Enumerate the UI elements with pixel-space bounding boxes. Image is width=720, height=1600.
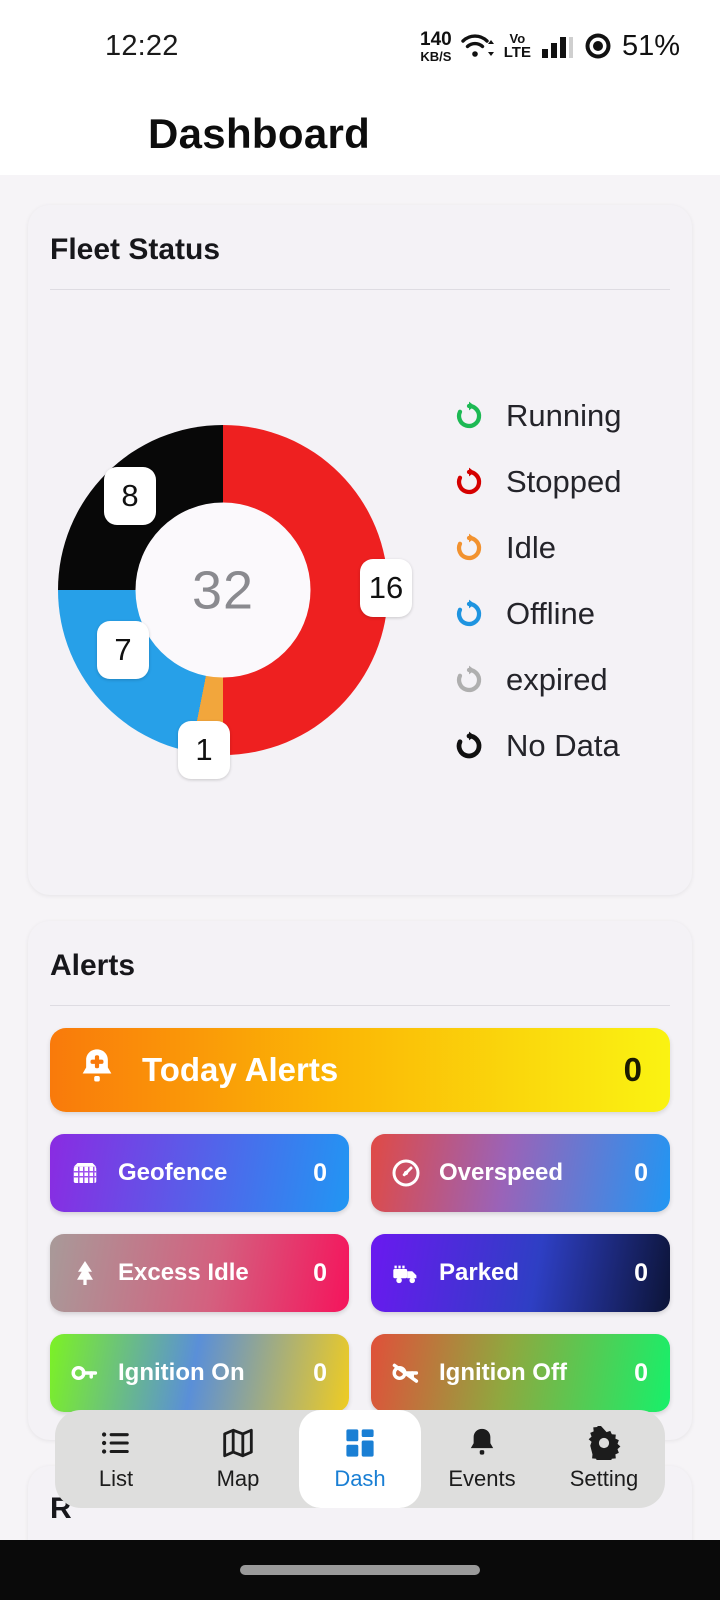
key-off-icon xyxy=(392,1363,419,1383)
tree-icon xyxy=(77,1261,93,1285)
nav-tab-label: Map xyxy=(216,1466,260,1491)
alerts-body: Today Alerts 0 Geofence 0 Overspeed 0 Ex… xyxy=(28,1006,692,1412)
map-icon xyxy=(223,1428,253,1458)
alert-tile-label: Geofence xyxy=(118,1159,228,1186)
bell-plus-icon xyxy=(82,1049,112,1082)
legend-item-expired[interactable]: expired xyxy=(454,662,622,698)
donut-badge-idle: 1 xyxy=(178,721,230,779)
alert-tile-count: 0 xyxy=(313,1258,327,1287)
fleet-status-body: 32 16 1 7 8 Running Stopped Idle Offline… xyxy=(28,290,692,890)
alerts-title: Alerts xyxy=(50,949,136,982)
legend-label: Offline xyxy=(506,596,596,631)
refresh-circle-icon xyxy=(456,665,482,693)
alert-tile-ignition-off[interactable]: Ignition Off 0 xyxy=(371,1334,670,1412)
today-alerts-banner[interactable]: Today Alerts 0 xyxy=(50,1028,670,1112)
speedometer-icon xyxy=(392,1159,420,1187)
alert-tile-excess-idle[interactable]: Excess Idle 0 xyxy=(50,1234,349,1312)
legend-item-running[interactable]: Running xyxy=(454,398,622,434)
alert-tile-label: Ignition Off xyxy=(439,1359,567,1386)
status-bar-indicators: 140 KB/S Vo LTE 51% xyxy=(420,30,680,63)
nav-tab-list[interactable]: List xyxy=(55,1410,177,1508)
fleet-status-card: Fleet Status 32 16 1 7 8 Running Stopped… xyxy=(28,205,692,895)
legend-label: expired xyxy=(506,662,608,697)
refresh-circle-icon xyxy=(456,467,482,495)
gear-icon xyxy=(588,1426,621,1460)
home-indicator[interactable] xyxy=(240,1565,480,1575)
alert-tile-count: 0 xyxy=(313,1158,327,1187)
fence-icon xyxy=(73,1163,97,1183)
legend-item-stopped[interactable]: Stopped xyxy=(454,464,622,500)
legend-item-offline[interactable]: Offline xyxy=(454,596,622,632)
nav-tab-label: List xyxy=(98,1466,134,1491)
volte-indicator: Vo LTE xyxy=(504,32,531,60)
donut-badge-offline: 7 xyxy=(97,621,149,679)
status-bar: 12:22 140 KB/S Vo LTE 51% xyxy=(0,0,720,92)
dashboard-scroll-area[interactable]: Fleet Status 32 16 1 7 8 Running Stopped… xyxy=(0,175,720,1540)
donut-center-hub: 32 xyxy=(135,502,311,678)
donut-total-value: 32 xyxy=(191,560,255,620)
legend-label: Running xyxy=(506,398,622,433)
legend-label: No Data xyxy=(506,728,620,763)
signal-bars-icon xyxy=(541,37,573,58)
refresh-circle-icon xyxy=(456,401,482,429)
alert-tile-label: Parked xyxy=(439,1259,520,1286)
alert-tile-parked[interactable]: Parked 0 xyxy=(371,1234,670,1312)
alert-tile-count: 0 xyxy=(634,1258,648,1287)
alert-tiles-grid: Geofence 0 Overspeed 0 Excess Idle 0 Par… xyxy=(50,1134,670,1412)
nav-tab-label: Setting xyxy=(569,1466,639,1491)
alert-tile-count: 0 xyxy=(634,1358,648,1387)
alert-tile-count: 0 xyxy=(634,1158,648,1187)
truck-icon xyxy=(393,1265,417,1284)
nav-tab-label: Dash xyxy=(334,1466,386,1491)
page-title: Dashboard xyxy=(148,110,371,157)
network-speed-value: 140 xyxy=(420,28,452,50)
alert-tile-ignition-on[interactable]: Ignition On 0 xyxy=(50,1334,349,1412)
donut-badge-no-data: 8 xyxy=(104,467,156,525)
legend-item-no-data[interactable]: No Data xyxy=(454,728,622,764)
refresh-circle-icon xyxy=(456,599,482,627)
refresh-circle-icon xyxy=(456,533,482,561)
bell-icon xyxy=(470,1428,494,1455)
alert-tile-count: 0 xyxy=(313,1358,327,1387)
nav-tab-dash[interactable]: Dash xyxy=(299,1410,421,1508)
nav-tab-events[interactable]: Events xyxy=(421,1410,543,1508)
alert-tile-label: Excess Idle xyxy=(118,1259,249,1286)
legend-label: Stopped xyxy=(506,464,622,499)
fleet-status-donut-chart[interactable]: 32 16 1 7 8 xyxy=(58,425,412,779)
alert-tile-overspeed[interactable]: Overspeed 0 xyxy=(371,1134,670,1212)
network-speed-indicator: 140 KB/S xyxy=(420,30,452,63)
android-gesture-bar xyxy=(0,1540,720,1600)
today-alerts-label: Today Alerts xyxy=(142,1051,339,1088)
alerts-card: Alerts Today Alerts 0 Geofence 0 Overspe… xyxy=(28,921,692,1440)
volte-bottom-label: LTE xyxy=(503,44,531,61)
legend-label: Idle xyxy=(506,530,556,565)
nav-tab-map[interactable]: Map xyxy=(177,1410,299,1508)
legend-item-idle[interactable]: Idle xyxy=(454,530,622,566)
key-icon xyxy=(71,1365,98,1381)
alert-tile-label: Ignition On xyxy=(118,1359,245,1386)
fleet-status-legend: Running Stopped Idle Offline expired No … xyxy=(454,398,622,782)
fleet-status-title: Fleet Status xyxy=(50,233,221,266)
alert-tile-geofence[interactable]: Geofence 0 xyxy=(50,1134,349,1212)
grid-icon xyxy=(346,1429,374,1457)
nav-tab-label: Events xyxy=(448,1466,516,1491)
status-bar-clock: 12:22 xyxy=(105,29,179,62)
battery-percentage: 51% xyxy=(621,29,680,62)
wifi-icon xyxy=(461,34,494,57)
alert-tile-label: Overspeed xyxy=(439,1159,564,1186)
battery-saver-icon xyxy=(585,33,611,59)
list-icon xyxy=(101,1432,129,1454)
donut-badge-stopped: 16 xyxy=(360,559,412,617)
nav-tab-setting[interactable]: Setting xyxy=(543,1410,665,1508)
today-alerts-count: 0 xyxy=(623,1051,642,1088)
network-speed-unit: KB/S xyxy=(420,48,452,64)
refresh-circle-icon xyxy=(456,731,482,759)
bottom-navigation-bar: List Map Dash Events Setting xyxy=(55,1410,665,1508)
